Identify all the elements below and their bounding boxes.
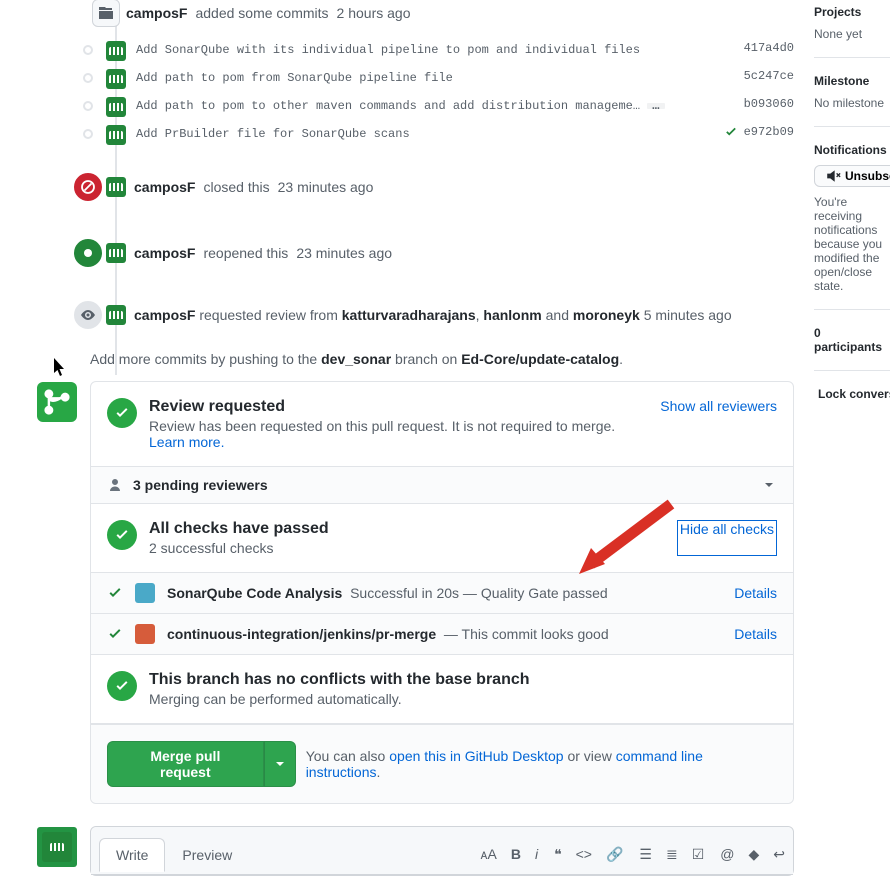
quote-icon[interactable]: ❝: [554, 846, 562, 863]
commit-row: Add path to pom to other maven commands …: [106, 93, 794, 121]
lock-conversation-link[interactable]: Lock conversation: [814, 387, 890, 401]
hide-all-checks-link[interactable]: Hide all checks: [677, 520, 777, 556]
check-icon: [107, 585, 123, 601]
ol-icon[interactable]: ≣: [666, 846, 678, 863]
avatar[interactable]: [106, 125, 126, 145]
commit-row: Add path to pom from SonarQube pipeline …: [106, 65, 794, 93]
check-row: SonarQube Code Analysis Successful in 20…: [91, 573, 793, 614]
mute-icon: [827, 169, 841, 183]
commit-sha[interactable]: b093060: [744, 97, 794, 111]
heading-icon[interactable]: ᴀA: [481, 846, 497, 863]
avatar[interactable]: [106, 97, 126, 117]
sidebar-projects-heading[interactable]: Projects: [814, 5, 890, 19]
pending-reviewers-row[interactable]: 3 pending reviewers: [91, 467, 793, 504]
person-icon: [107, 477, 123, 493]
chevron-down-icon: [761, 477, 777, 493]
checks-section: All checks have passed 2 successful chec…: [91, 504, 793, 573]
check-row: continuous-integration/jenkins/pr-merge …: [91, 614, 793, 655]
unsubscribe-button[interactable]: Unsubscribe: [814, 165, 890, 187]
actor[interactable]: camposF: [126, 5, 187, 21]
avatar[interactable]: [106, 177, 126, 197]
avatar: [37, 827, 77, 867]
markdown-toolbar: ᴀA B i ❝ <> 🔗 ☰ ≣ ☑ @: [481, 846, 785, 863]
commit-row: Add PrBuilder file for SonarQube scans e9…: [106, 121, 794, 149]
timeline-reopened-event: camposF reopened this 23 minutes ago: [106, 237, 794, 269]
sidebar-milestone-heading[interactable]: Milestone: [814, 74, 890, 88]
reopened-icon: [72, 237, 104, 269]
merge-action-row: Merge pull request You can also open thi…: [91, 724, 793, 803]
closed-icon: [72, 171, 104, 203]
timeline-closed-event: camposF closed this 23 minutes ago: [106, 171, 794, 203]
expand-ellipsis[interactable]: …: [647, 103, 664, 109]
commit-message[interactable]: Add path to pom to other maven commands …: [136, 97, 734, 116]
sidebar-participants: 0 participants: [814, 326, 890, 354]
reply-icon[interactable]: ↩: [773, 846, 785, 863]
commit-message[interactable]: Add SonarQube with its individual pipeli…: [136, 41, 734, 60]
comment-composer: Write Preview ᴀA B i ❝ <> 🔗 ☰ ≣: [90, 826, 794, 876]
check-details-link[interactable]: Details: [734, 626, 777, 642]
open-in-desktop-link[interactable]: open this in GitHub Desktop: [389, 748, 563, 764]
repo-push-icon: [92, 0, 120, 27]
commit-row: Add SonarQube with its individual pipeli…: [106, 37, 794, 65]
commit-sha[interactable]: e972b09: [744, 125, 794, 139]
code-icon[interactable]: <>: [576, 846, 592, 863]
avatar[interactable]: [106, 69, 126, 89]
commit-sha[interactable]: 417a4d0: [744, 41, 794, 55]
mouse-cursor: [54, 358, 66, 377]
ul-icon[interactable]: ☰: [639, 846, 652, 863]
task-icon[interactable]: ☑: [692, 846, 705, 863]
tab-write[interactable]: Write: [99, 838, 165, 872]
reference-icon[interactable]: ◆: [748, 846, 759, 863]
avatar[interactable]: [106, 305, 126, 325]
show-all-reviewers-link[interactable]: Show all reviewers: [660, 398, 777, 450]
avatar[interactable]: [106, 41, 126, 61]
app-icon: [135, 583, 155, 603]
git-merge-icon: [37, 382, 77, 422]
merge-status-box: Review requested Review has been request…: [90, 381, 794, 804]
eye-icon: [72, 299, 104, 331]
commit-message[interactable]: Add path to pom from SonarQube pipeline …: [136, 69, 734, 88]
italic-icon[interactable]: i: [535, 846, 538, 863]
check-circle-icon: [107, 671, 137, 701]
bold-icon[interactable]: B: [511, 846, 521, 863]
tab-preview[interactable]: Preview: [165, 838, 249, 872]
learn-more-link[interactable]: Learn more.: [149, 434, 224, 450]
timeline-commits-header: camposF added some commits 2 hours ago: [126, 5, 794, 21]
push-hint: Add more commits by pushing to the dev_s…: [90, 351, 794, 367]
link-icon[interactable]: 🔗: [606, 846, 623, 863]
commit-message[interactable]: Add PrBuilder file for SonarQube scans: [136, 125, 714, 144]
avatar[interactable]: [106, 243, 126, 263]
commit-sha[interactable]: 5c247ce: [744, 69, 794, 83]
sidebar-notifications-heading: Notifications: [814, 143, 890, 157]
check-circle-icon: [107, 398, 137, 428]
check-icon: [724, 125, 738, 139]
review-requested-section: Review requested Review has been request…: [91, 382, 793, 467]
merge-dropdown-button[interactable]: [264, 741, 296, 787]
merge-pull-request-button[interactable]: Merge pull request: [107, 741, 264, 787]
mention-icon[interactable]: @: [720, 846, 734, 863]
no-conflicts-section: This branch has no conflicts with the ba…: [91, 655, 793, 724]
check-details-link[interactable]: Details: [734, 585, 777, 601]
app-icon: [135, 624, 155, 644]
check-circle-icon: [107, 520, 137, 550]
timeline-review-requested-event: camposF requested review from katturvara…: [106, 299, 794, 331]
check-icon: [107, 626, 123, 642]
